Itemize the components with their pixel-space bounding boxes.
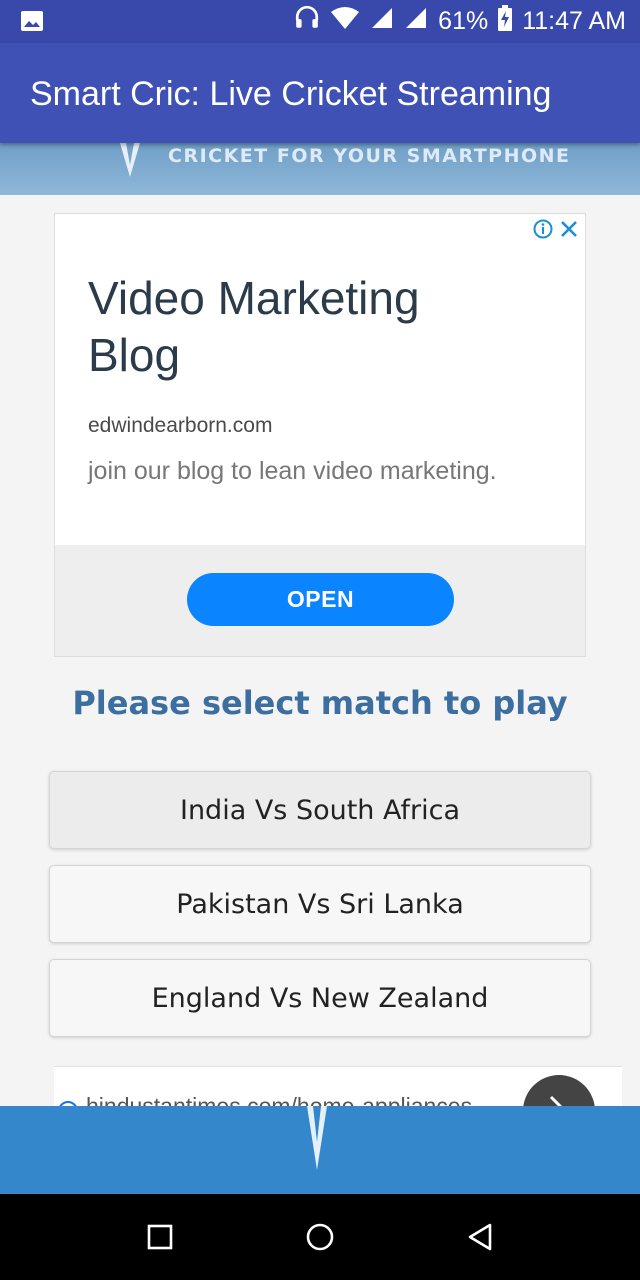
ad-url[interactable]: hindustantimes.com/home-appliances <box>86 1093 472 1106</box>
ad-description: join our blog to lean video marketing. <box>88 457 497 485</box>
close-icon[interactable] <box>559 219 579 239</box>
logo-icon <box>302 1106 332 1172</box>
select-match-heading: Please select match to play <box>72 684 568 722</box>
back-icon[interactable] <box>440 1194 520 1280</box>
ad-strip[interactable]: hindustantimes.com/home-appliances <box>54 1066 622 1106</box>
signal-icon <box>404 6 428 37</box>
ad-open-button[interactable]: OPEN <box>187 573 454 626</box>
ad-arrow-button[interactable] <box>523 1075 595 1106</box>
match-button[interactable]: India Vs South Africa <box>49 771 591 849</box>
bottom-banner[interactable] <box>0 1106 640 1194</box>
signal-icon <box>370 6 394 37</box>
recents-icon[interactable] <box>120 1194 200 1280</box>
app-title: Smart Cric: Live Cricket Streaming <box>30 75 552 113</box>
app-bar: Smart Cric: Live Cricket Streaming <box>0 43 640 143</box>
headphones-icon <box>294 5 320 38</box>
clock: 11:47 AM <box>522 7 626 35</box>
wifi-icon <box>330 6 360 37</box>
match-button[interactable]: Pakistan Vs Sri Lanka <box>49 865 591 943</box>
match-button[interactable]: England Vs New Zealand <box>49 959 591 1037</box>
adchoices-info-icon[interactable] <box>533 219 553 239</box>
navigation-bar <box>0 1194 640 1280</box>
ad-card[interactable]: Video Marketing Blog edwindearborn.com j… <box>54 213 586 657</box>
status-bar: 61% 11:47 AM <box>0 0 640 43</box>
battery-charging-icon <box>498 5 513 38</box>
ad-domain: edwindearborn.com <box>88 414 273 437</box>
image-icon <box>20 10 44 32</box>
banner-tagline: CRICKET FOR YOUR SMARTPHONE <box>168 145 571 167</box>
logo-icon <box>118 143 142 179</box>
battery-percent: 61% <box>438 7 489 35</box>
header-banner: CRICKET FOR YOUR SMARTPHONE <box>0 143 640 195</box>
home-icon[interactable] <box>280 1194 360 1280</box>
ad-headline[interactable]: Video Marketing Blog <box>88 270 508 384</box>
ad-footer: OPEN <box>55 545 585 656</box>
